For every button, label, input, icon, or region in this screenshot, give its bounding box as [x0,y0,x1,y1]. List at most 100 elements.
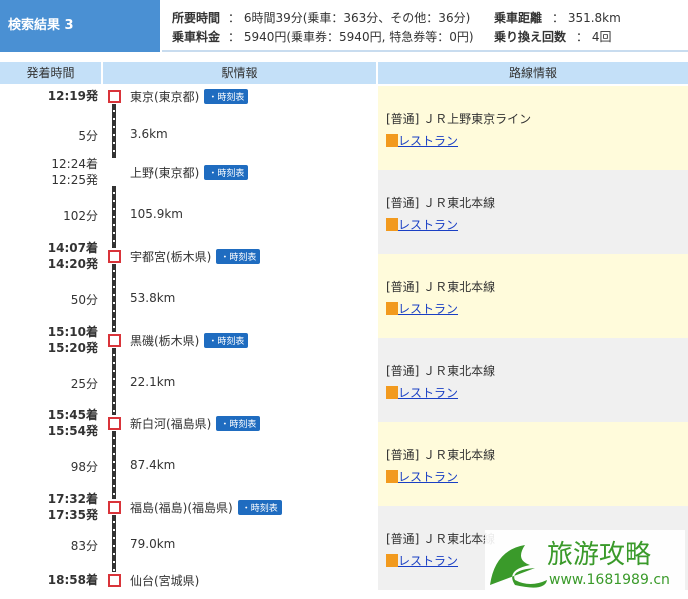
station-time: 17:35発 [47,508,98,522]
summary-panel: 所要時間 ： 6時間39分(乗車：363分、その他：36分) 乗車距離 ： 35… [162,0,688,52]
station-row: 上野(東京都) ・時刻表 [130,164,249,181]
route-line [112,264,116,332]
station-name[interactable]: 東京(東京都) [130,90,199,104]
route-cell: [普通] ＪＲ上野東京ラインレストラン [378,86,688,170]
watermark-url: www.1681989.cn [549,572,670,588]
station-times: 18:58着 [48,572,98,588]
restaurant-link[interactable]: レストラン [386,468,458,485]
route-name: [普通] ＪＲ上野東京ライン [386,112,532,126]
result-title: 検索結果 3 [0,0,160,52]
route-line [112,186,116,248]
station-times: 15:45着 15:54発 [48,407,98,439]
restaurant-link-text: レストラン [398,554,459,568]
timetable-button[interactable]: ・時刻表 [216,249,261,264]
restaurant-link[interactable]: レストラン [386,384,458,401]
station-time: 14:20発 [47,257,98,271]
route-name: [普通] ＪＲ東北本線 [386,448,496,462]
station-row: 黒磯(栃木県) ・時刻表 [130,332,249,349]
restaurant-icon [386,470,398,483]
restaurant-link[interactable]: レストラン [386,216,458,233]
transfers-value: ： 4回 [576,30,612,44]
time-value: ： 6時間39分(乗車：363分、その他：36分) [228,11,471,25]
station-time: 12:24着 [51,157,98,171]
distance-label: 乗車距離 [494,11,543,25]
restaurant-link-text: レストラン [398,470,459,484]
route-line [112,431,116,499]
restaurant-link-text: レストラン [398,302,459,316]
station-times: 14:07着 14:20発 [48,240,98,272]
station-marker-icon [108,501,121,514]
restaurant-link[interactable]: レストラン [386,132,458,149]
restaurant-link-text: レストラン [398,134,459,148]
restaurant-icon [386,302,398,315]
leg-duration: 25分 [70,376,98,391]
station-marker-icon [108,90,121,103]
station-time: 12:19発 [47,89,98,103]
station-times: 15:10着 15:20発 [48,324,98,356]
station-row: 仙台(宮城県) [130,572,199,589]
route-cell: [普通] ＪＲ東北本線レストラン [378,422,688,506]
station-time: 15:10着 [47,325,98,339]
leg-duration: 98分 [70,460,98,474]
leg-distance: 79.0km [130,536,176,551]
transfers-label: 乗り換え回数 [494,30,567,44]
leg-distance: 3.6km [130,127,168,141]
restaurant-icon [386,134,398,147]
timetable-button[interactable]: ・時刻表 [216,416,261,431]
leg-distance: 53.8km [130,291,176,305]
leg-duration: 5分 [78,129,98,143]
route-line [112,104,116,158]
route-name: [普通] ＪＲ東北本線 [386,364,496,378]
fare-label: 乗車料金 [172,30,221,44]
route-cell: [普通] ＪＲ東北本線レストラン [378,170,688,254]
station-time: 15:20発 [47,341,98,355]
station-marker-icon [108,250,121,263]
station-marker-icon [108,574,121,587]
timetable-button[interactable]: ・時刻表 [204,165,249,180]
restaurant-icon [386,554,398,567]
station-times: 17:32着 17:35発 [48,491,98,523]
station-time: 15:54発 [47,424,98,438]
restaurant-link-text: レストラン [398,218,459,232]
station-times: 12:24着 12:25発 [51,156,98,188]
header-time: 発着時間 [0,62,101,84]
timetable-button[interactable]: ・時刻表 [204,333,249,348]
station-times: 12:19発 [48,88,98,104]
station-time: 15:45着 [47,408,98,422]
route-cell: [普通] ＪＲ東北本線レストラン [378,338,688,422]
leg-distance: 22.1km [130,374,176,389]
station-time: 18:58着 [47,573,98,587]
route-name: [普通] ＪＲ東北本線 [386,280,496,294]
restaurant-icon [386,218,398,231]
station-name[interactable]: 仙台(宮城県) [130,574,199,588]
restaurant-link[interactable]: レストラン [386,552,458,569]
station-marker-icon [108,334,121,347]
station-row: 新白河(福島県) ・時刻表 [130,415,261,432]
leg-distance: 105.9km [130,207,183,221]
route-name: [普通] ＪＲ東北本線 [386,532,496,546]
station-name[interactable]: 福島(福島)(福島県) [130,501,233,515]
header-station: 駅情報 [103,62,376,84]
restaurant-link[interactable]: レストラン [386,300,458,317]
restaurant-link-text: レストラン [398,386,459,400]
leg-duration: 50分 [70,293,98,307]
distance-value: ： 351.8km [552,11,621,25]
station-row: 福島(福島)(福島県) ・時刻表 [130,499,282,516]
route-name: [普通] ＪＲ東北本線 [386,196,496,210]
time-label: 所要時間 [172,11,221,25]
station-name[interactable]: 宇都宮(栃木県) [130,250,211,264]
station-time: 12:25発 [51,173,98,187]
station-row: 宇都宮(栃木県) ・時刻表 [130,248,261,265]
timetable-button[interactable]: ・時刻表 [237,500,282,515]
station-name[interactable]: 黒磯(栃木県) [130,334,199,348]
route-cell: [普通] ＪＲ東北本線レストラン [378,254,688,338]
station-name[interactable]: 上野(東京都) [130,166,199,180]
station-name[interactable]: 新白河(福島県) [130,417,211,431]
fare-value: ： 5940円(乗車券：5940円, 特急券等：0円) [228,30,474,44]
route-line [112,515,116,572]
leg-distance: 87.4km [130,458,176,472]
leg-duration: 83分 [70,538,98,553]
watermark-logo: 旅游攻略 www.1681989.cn [485,530,685,596]
timetable-button[interactable]: ・時刻表 [204,89,249,104]
route-line [112,348,116,415]
